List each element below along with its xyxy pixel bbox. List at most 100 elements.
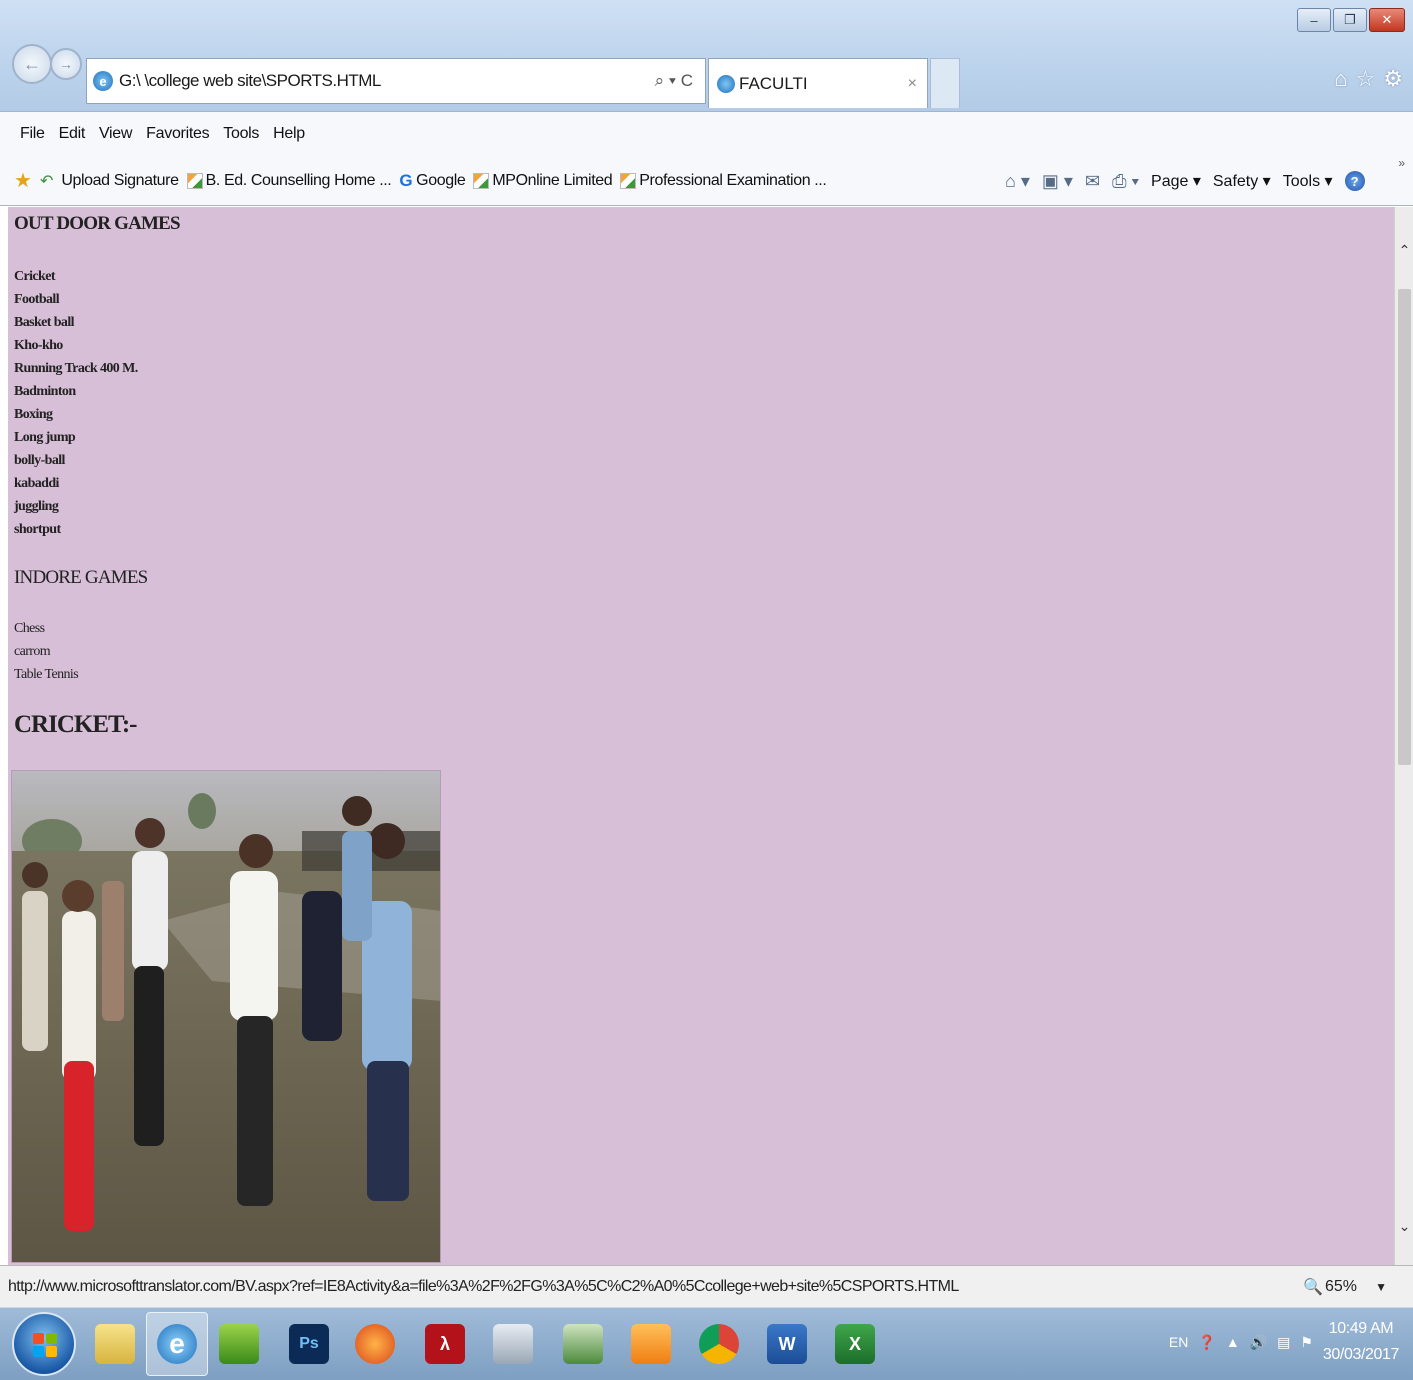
taskbar-notepad[interactable] [482,1312,544,1376]
home-page-icon[interactable]: ⌂ ▾ [1005,171,1030,192]
list-item: Boxing [14,407,53,422]
tab-faculti[interactable]: FACULTI × [708,58,928,108]
fav-label: Upload Signature [61,171,179,189]
favorites-bar: ★ ↶ Upload Signature B. Ed. Counselling … [0,156,1413,206]
start-button[interactable] [12,1312,76,1376]
forward-button[interactable]: → [50,48,82,80]
ie-page-icon: e [93,71,113,91]
back-button[interactable]: ← [12,44,52,84]
fav-label: Google [416,171,466,189]
fav-label: MPOnline Limited [492,171,613,189]
system-tray: EN ❓ ▲ 🔊 ▤ ⚑ 10:49 AM 30/03/2017 [1169,1316,1399,1368]
chevron-more-icon[interactable]: » [1398,156,1405,170]
menu-edit[interactable]: Edit [59,125,86,143]
restore-icon[interactable]: ❐ [1333,8,1367,32]
clock[interactable]: 10:49 AM 30/03/2017 [1323,1316,1399,1368]
tab-title: FACULTI [739,73,808,93]
firefox-icon [355,1324,395,1364]
shield-icon [563,1324,603,1364]
chrome-icon [699,1324,739,1364]
tab-close-icon[interactable]: × [908,75,917,93]
list-item: Badminton [14,384,76,399]
language-indicator[interactable]: EN [1169,1334,1188,1350]
action-center-flag-icon[interactable]: ⚑ [1300,1334,1313,1351]
close-icon[interactable]: ✕ [1369,8,1405,32]
zoom-value: 65% [1324,1277,1357,1295]
favorites-star-icon[interactable]: ★ [14,168,32,193]
print-icon[interactable]: ⎙ ▾ [1112,171,1139,192]
taskbar-internet-explorer[interactable]: e [146,1312,208,1376]
acrobat-icon: λ [425,1324,465,1364]
list-item: bolly-ball [14,453,65,468]
taskbar-chrome[interactable] [688,1312,750,1376]
taskbar-excel[interactable]: X [824,1312,886,1376]
command-bar: ⌂ ▾ ▣ ▾ ✉ ⎙ ▾ Page ▾ Safety ▾ Tools ▾ ? [1005,156,1365,206]
taskbar-word[interactable]: W [756,1312,818,1376]
favorite-google[interactable]: G Google [399,171,465,191]
taskbar-photoshop[interactable]: Ps [278,1312,340,1376]
help-tray-icon[interactable]: ❓ [1198,1334,1215,1351]
favorites-star-icon[interactable]: ☆ [1356,66,1376,92]
chevron-down-icon[interactable]: ▼ [1375,1280,1387,1294]
home-icon[interactable]: ⌂ [1334,66,1347,92]
minimize-icon[interactable]: – [1297,8,1331,32]
mponline-icon [473,172,490,189]
windows-taskbar: e Ps λ W X EN ❓ ▲ 🔊 ▤ ⚑ 10:49 AM 30/03/2… [0,1307,1413,1380]
feeds-icon[interactable]: ▣ ▾ [1042,171,1073,192]
back-arrow-icon: ← [23,53,41,74]
cricket-photo [11,770,441,1263]
tools-menu[interactable]: Tools ▾ [1283,171,1333,191]
favorite-upload-signature[interactable]: Upload Signature [61,171,179,190]
excel-icon: X [835,1324,875,1364]
help-icon[interactable]: ? [1344,171,1365,191]
favorite-mponline[interactable]: MPOnline Limited [473,171,613,190]
clock-date: 30/03/2017 [1322,1346,1399,1363]
fav-label: Professional Examination ... [639,171,827,189]
favorite-professional-exam[interactable]: Professional Examination ... [620,171,827,190]
taskbar-explorer[interactable] [84,1312,146,1376]
menu-file[interactable]: File [20,125,45,143]
list-item: juggling [14,499,59,514]
network-icon[interactable]: ▤ [1277,1334,1290,1351]
suggested-sites-icon[interactable]: ↶ [40,171,53,191]
vertical-scrollbar[interactable]: ⌃ ⌄ [1394,207,1413,1265]
indoor-games-heading: INDORE GAMES [14,567,148,588]
menu-help[interactable]: Help [273,125,305,143]
taskbar-uc-browser[interactable] [620,1312,682,1376]
list-item: Football [14,292,60,307]
favorite-bed-counselling[interactable]: B. Ed. Counselling Home ... [186,172,392,190]
scroll-up-icon[interactable]: ⌃ [1395,237,1413,263]
list-item: Table Tennis [14,667,79,682]
outdoor-games-heading: OUT DOOR GAMES [14,213,181,234]
page-menu[interactable]: Page ▾ [1151,171,1201,191]
volume-icon[interactable]: 🔊 [1250,1334,1267,1351]
folder-icon [95,1324,135,1364]
scroll-down-icon[interactable]: ⌄ [1395,1213,1413,1239]
menu-bar: File Edit View Favorites Tools Help [0,112,1413,156]
taskbar-firefox[interactable] [344,1312,406,1376]
search-refresh-icons[interactable]: ⌕ ▾ C [655,71,693,91]
notepad-icon [493,1324,533,1364]
zoom-icon: 🔍 [1303,1278,1323,1296]
address-url[interactable]: G:\ \college web site\SPORTS.HTML [119,71,381,91]
zoom-level[interactable]: 🔍 65% [1303,1277,1357,1297]
safety-menu[interactable]: Safety ▾ [1213,171,1271,191]
taskbar-green-app[interactable] [208,1312,270,1376]
scroll-thumb[interactable] [1398,289,1411,765]
menu-favorites[interactable]: Favorites [146,125,209,143]
address-bar[interactable]: e G:\ \college web site\SPORTS.HTML ⌕ ▾ … [86,58,706,104]
menu-view[interactable]: View [99,125,133,143]
indoor-games-list: Chess carrom Table Tennis [14,617,79,686]
list-item: Running Track 400 M. [14,361,138,376]
taskbar-acrobat[interactable]: λ [414,1312,476,1376]
taskbar-shield-app[interactable] [552,1312,614,1376]
outdoor-games-list: Cricket Football Basket ball Kho-kho Run… [14,265,138,541]
read-mail-icon[interactable]: ✉ [1085,171,1100,192]
show-hidden-icons-icon[interactable]: ▲ [1226,1334,1240,1350]
new-tab-button[interactable] [930,58,960,108]
uc-browser-icon [631,1324,671,1364]
windows-logo-icon [33,1333,57,1357]
gear-icon[interactable]: ⚙ [1383,66,1403,92]
menu-tools[interactable]: Tools [223,125,259,143]
list-item: kabaddi [14,476,59,491]
